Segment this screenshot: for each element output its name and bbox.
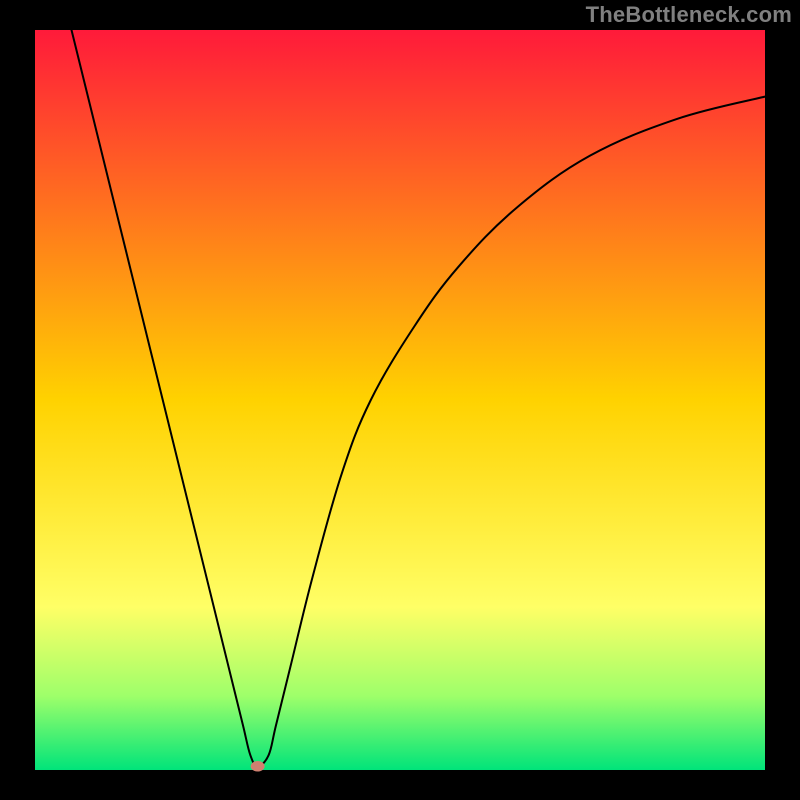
optimal-point-marker [251, 761, 265, 772]
chart-frame: TheBottleneck.com [0, 0, 800, 800]
chart-canvas [0, 0, 800, 800]
watermark-text: TheBottleneck.com [586, 2, 792, 28]
plot-background [35, 30, 765, 770]
